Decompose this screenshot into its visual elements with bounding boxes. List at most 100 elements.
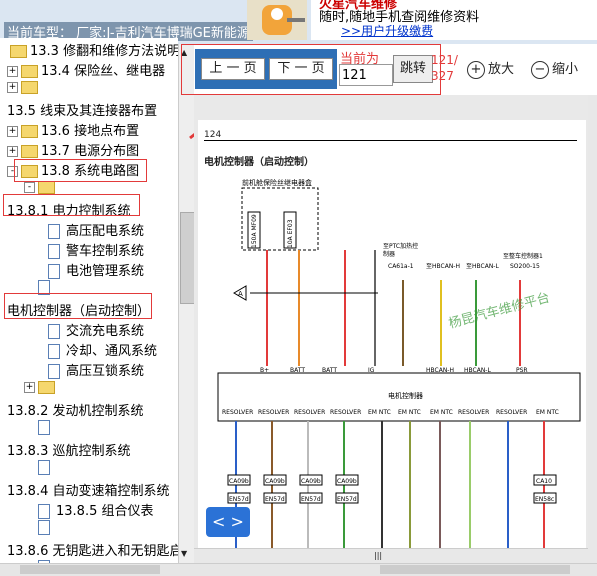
- tree-item[interactable]: 冷却、通风系统: [48, 340, 157, 359]
- tree-item[interactable]: [38, 460, 56, 475]
- tree-item[interactable]: +13.7 电源分布图: [7, 140, 139, 159]
- svg-text:B+: B+: [260, 367, 269, 374]
- tree-item[interactable]: [38, 420, 56, 435]
- svg-text:RESOLVER: RESOLVER: [222, 409, 253, 416]
- svg-text:EM NTC: EM NTC: [368, 409, 391, 416]
- document-icon: [38, 460, 50, 475]
- tree-item[interactable]: +: [7, 80, 41, 95]
- document-icon: [38, 420, 50, 435]
- expand-icon[interactable]: +: [7, 82, 18, 93]
- document-vertical-scrollbar[interactable]: [588, 95, 597, 563]
- tree-item-label: 13.8.3 巡航控制系统: [7, 444, 131, 459]
- svg-text:RESOLVER: RESOLVER: [294, 409, 325, 416]
- folder-icon: [21, 125, 38, 138]
- svg-text:EN58c: EN58c: [535, 496, 554, 503]
- tree-item-label: 电池管理系统: [66, 264, 145, 279]
- zoom-out-button[interactable]: − 缩小: [531, 58, 578, 79]
- svg-text:RESOLVER: RESOLVER: [496, 409, 527, 416]
- svg-text:EN57d: EN57d: [229, 496, 249, 503]
- tree-item-label: 高压互锁系统: [66, 364, 145, 379]
- tree-item[interactable]: +13.6 接地点布置: [7, 120, 139, 139]
- page-nav-arrows-button[interactable]: < >: [206, 507, 250, 537]
- tree-item[interactable]: +: [24, 380, 58, 395]
- svg-text:HBCAN-H: HBCAN-H: [426, 367, 454, 374]
- tree-item[interactable]: 13.8.3 巡航控制系统: [7, 440, 130, 459]
- tree-item[interactable]: +13.4 保险丝、继电器: [7, 60, 165, 79]
- window-horizontal-scrollbar[interactable]: [0, 563, 597, 576]
- hbcan-l-label: 至HBCAN-L: [466, 263, 499, 270]
- fuse1-label: 150A MF09: [251, 214, 258, 248]
- page-count-total: 327: [431, 69, 454, 83]
- document-icon: [48, 224, 60, 239]
- tree-item-label: 13.5 线束及其连接器布置: [7, 104, 158, 119]
- svg-text:PSR: PSR: [516, 367, 528, 374]
- watermark-text: 杨昆汽车维修平台: [447, 289, 552, 331]
- svg-text:BATT: BATT: [322, 367, 337, 374]
- tree-item[interactable]: 13.8.6 无钥匙进入和无钥匙启: [7, 540, 178, 559]
- tree-item[interactable]: 13.8.5 组合仪表: [38, 500, 153, 519]
- tree-item[interactable]: 警车控制系统: [48, 240, 144, 259]
- conn-ca61: CA61a-1: [388, 263, 414, 270]
- doc-page-number: 124: [204, 130, 222, 140]
- document-icon: [48, 264, 60, 279]
- svg-text:CA10: CA10: [536, 478, 552, 485]
- expand-icon[interactable]: +: [7, 126, 18, 137]
- ad-banner: 火星汽车维修 随时,随地手机查阅维修资料 >>用户升级缴费: [311, 0, 597, 40]
- tree-item-label: 13.8.2 发动机控制系统: [7, 404, 144, 419]
- tree-item[interactable]: 电池管理系统: [48, 260, 144, 279]
- document-icon: [48, 364, 60, 379]
- wiring-diagram: 前机舱保险丝继电器盒 150A MF09 10A EF03 A 至PTC加热控 …: [217, 178, 581, 548]
- tree-item-label: 交流充电系统: [66, 324, 145, 339]
- expand-icon[interactable]: +: [24, 382, 35, 393]
- diagram-title: 电机控制器（启动控制）: [204, 157, 314, 168]
- zoom-in-button[interactable]: + 放大: [467, 58, 514, 79]
- conn-top-right: 至整车控制器1: [503, 252, 543, 260]
- folder-icon: [21, 81, 38, 94]
- tree-item[interactable]: -: [24, 180, 58, 195]
- page-number-input[interactable]: [339, 64, 393, 86]
- highlight-box-power-control: [3, 194, 140, 216]
- folder-icon: [21, 145, 38, 158]
- conn-right-code: SO200-15: [510, 263, 540, 270]
- svg-text:CA09b: CA09b: [229, 478, 249, 485]
- document-horizontal-scrollbar[interactable]: |||: [194, 548, 588, 563]
- page-count-current: 121/: [431, 53, 458, 67]
- svg-text:A: A: [238, 290, 243, 298]
- svg-text:RESOLVER: RESOLVER: [330, 409, 361, 416]
- document-icon: [48, 344, 60, 359]
- upgrade-link[interactable]: >>用户升级缴费: [341, 22, 433, 39]
- tree-item-label: 13.8.6 无钥匙进入和无钥匙启: [7, 544, 178, 559]
- jump-button[interactable]: 跳转: [393, 55, 433, 83]
- controller-label: 电机控制器: [388, 391, 423, 400]
- tree-item[interactable]: [38, 520, 56, 535]
- svg-text:CA09b: CA09b: [265, 478, 285, 485]
- tree-item[interactable]: 13.3 修翻和维修方法说明: [7, 40, 178, 59]
- tree-item[interactable]: 交流充电系统: [48, 320, 144, 339]
- expand-icon[interactable]: +: [7, 146, 18, 157]
- svg-text:RESOLVER: RESOLVER: [258, 409, 289, 416]
- svg-text:EN57d: EN57d: [337, 496, 357, 503]
- svg-text:CA09b: CA09b: [301, 478, 321, 485]
- svg-text:EM NTC: EM NTC: [398, 409, 421, 416]
- folder-icon: [10, 45, 27, 58]
- tree-item-label: 高压配电系统: [66, 224, 145, 239]
- svg-text:RESOLVER: RESOLVER: [458, 409, 489, 416]
- tree-item[interactable]: 13.8.4 自动变速箱控制系统: [7, 480, 169, 499]
- fuse2-label: 10A EF03: [287, 219, 294, 248]
- tree-item[interactable]: 13.8.2 发动机控制系统: [7, 400, 143, 419]
- expand-icon[interactable]: +: [7, 66, 18, 77]
- zoom-in-label: 放大: [488, 62, 515, 77]
- document-icon: [38, 520, 50, 535]
- tree-item[interactable]: 高压互锁系统: [48, 360, 144, 379]
- folder-icon: [21, 65, 38, 78]
- svg-text:EN57d: EN57d: [265, 496, 285, 503]
- svg-text:IG: IG: [368, 367, 375, 374]
- tree-item-label: 警车控制系统: [66, 244, 145, 259]
- tree-item[interactable]: 13.5 线束及其连接器布置: [7, 100, 157, 119]
- folder-icon: [38, 381, 55, 394]
- collapse-icon[interactable]: -: [24, 182, 35, 193]
- svg-text:BATT: BATT: [290, 367, 305, 374]
- tree-item-label: 13.8.5 组合仪表: [56, 504, 154, 519]
- conn-label-1: 至PTC加热控: [383, 242, 418, 250]
- tree-item[interactable]: 高压配电系统: [48, 220, 144, 239]
